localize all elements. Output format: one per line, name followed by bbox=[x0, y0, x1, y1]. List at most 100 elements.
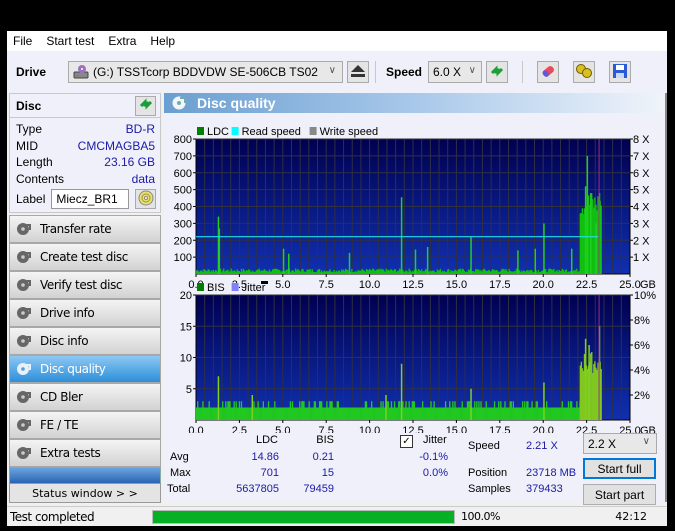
disc-mid-value: CMCMAGBA5 bbox=[77, 138, 155, 153]
disc-label-key: Label bbox=[16, 192, 46, 206]
y-tick-label: 20 bbox=[180, 290, 192, 302]
test-speed-value: 2.2 X bbox=[588, 436, 617, 451]
erase-button[interactable] bbox=[537, 61, 559, 83]
y-tick-label: 10 bbox=[180, 353, 192, 365]
jitter-checkbox[interactable]: ✓ bbox=[400, 435, 413, 448]
test-speed-select[interactable]: 2.2 X ∨ bbox=[583, 433, 657, 454]
legend-swatch bbox=[231, 283, 239, 291]
menu-file[interactable]: File bbox=[13, 34, 32, 48]
menu-start-test[interactable]: Start test bbox=[46, 34, 94, 48]
settings-button[interactable] bbox=[573, 61, 595, 83]
nav-item-verify-test-disc[interactable]: Verify test disc bbox=[9, 271, 161, 299]
refresh-button[interactable] bbox=[486, 61, 508, 83]
start-part-button[interactable]: Start part bbox=[583, 484, 656, 505]
y-tick-label: 300 bbox=[174, 218, 192, 230]
data-spike bbox=[414, 249, 417, 274]
y-tick-label: 500 bbox=[174, 185, 192, 197]
data-spike bbox=[586, 155, 589, 274]
disc-label-button[interactable] bbox=[135, 189, 156, 209]
data-spike bbox=[470, 388, 472, 420]
check-icon: ✓ bbox=[402, 436, 411, 447]
disc-type-value: BD-R bbox=[125, 122, 155, 137]
avg-ldc: 14.86 bbox=[251, 451, 279, 463]
disc-test-icon bbox=[16, 277, 32, 293]
drive-select[interactable]: (G:) TSSTcorp BDDVDW SE-506CB TS02 ∨ bbox=[68, 61, 343, 83]
data-spike bbox=[543, 223, 545, 274]
disc-panel-header: Disc bbox=[10, 94, 160, 118]
nav-item-label: FE / TE bbox=[40, 418, 79, 432]
data-bar bbox=[600, 369, 602, 420]
test-nav: Transfer rate Create test disc Verify test… bbox=[9, 215, 161, 485]
y-right-tick-label: 6 X bbox=[633, 168, 650, 180]
data-spike bbox=[588, 345, 590, 420]
avg-bis: 0.21 bbox=[312, 451, 334, 463]
speed-label: Speed bbox=[386, 65, 423, 79]
eject-button[interactable] bbox=[347, 61, 369, 83]
nav-item-cd-bler[interactable]: CD Bler bbox=[9, 383, 161, 411]
max-label: Max bbox=[170, 467, 191, 479]
disc-type-row: Type BD-R bbox=[10, 121, 160, 138]
nav-item-label: Disc info bbox=[40, 334, 89, 348]
nav-item-disc-quality[interactable]: Disc quality bbox=[9, 355, 161, 383]
y-right-tick-label: 3 X bbox=[633, 218, 650, 230]
x-tick-label: 17.5 bbox=[489, 279, 510, 291]
nav-item-fe-te[interactable]: FE / TE bbox=[9, 411, 161, 439]
disc-icon bbox=[138, 190, 154, 209]
data-spike bbox=[400, 197, 403, 274]
y-right-tick-label: 4% bbox=[634, 365, 650, 377]
disc-test-icon bbox=[16, 389, 32, 405]
data-spike bbox=[385, 395, 387, 420]
y-tick-label: 600 bbox=[174, 168, 192, 180]
nav-item-transfer-rate[interactable]: Transfer rate bbox=[9, 215, 161, 243]
data-bar bbox=[600, 205, 602, 274]
nav-item-extra-tests[interactable]: Extra tests bbox=[9, 439, 161, 467]
nav-item-label: Extra tests bbox=[40, 446, 101, 460]
progress-bar bbox=[152, 509, 455, 524]
disc-test-icon bbox=[16, 417, 32, 433]
disc-label-input[interactable]: Miecz_BR1 bbox=[51, 189, 130, 209]
data-spike bbox=[584, 338, 587, 420]
panel-title: Disc quality bbox=[197, 95, 276, 111]
total-ldc: 5637805 bbox=[236, 483, 279, 495]
data-spike bbox=[282, 248, 285, 274]
max-jitter: 0.0% bbox=[422, 467, 448, 479]
y-tick-label: 5 bbox=[186, 384, 192, 396]
nav-item-drive-info[interactable]: Drive info bbox=[9, 299, 161, 327]
stats-area: LDC BIS ✓ Jitter Avg 14.86 0.21 -0.1% Ma… bbox=[164, 430, 667, 505]
position-label: Position bbox=[468, 467, 508, 479]
nav-item-label: Disc quality bbox=[40, 362, 106, 376]
data-spike bbox=[400, 363, 403, 420]
nav-item-disc-info[interactable]: Disc info bbox=[9, 327, 161, 355]
stats-col-bis: BIS bbox=[316, 434, 334, 446]
start-full-button[interactable]: Start full bbox=[583, 458, 656, 479]
nav-item-label: Verify test disc bbox=[40, 278, 123, 292]
drive-select-value: (G:) TSSTcorp BDDVDW SE-506CB TS02 bbox=[93, 65, 318, 79]
chevron-down-icon: ∨ bbox=[468, 65, 476, 76]
samples-value: 379433 bbox=[526, 483, 563, 495]
data-spike bbox=[534, 248, 537, 274]
disc-test-icon bbox=[16, 361, 32, 377]
disc-contents-row: Contents data bbox=[10, 171, 160, 188]
save-button[interactable] bbox=[609, 61, 631, 83]
status-window-button[interactable]: Status window > > bbox=[9, 483, 161, 503]
toolbar-separator bbox=[375, 61, 376, 83]
stats-col-ldc: LDC bbox=[255, 434, 278, 446]
y-right-tick-label: 8% bbox=[634, 315, 650, 327]
menu-help[interactable]: Help bbox=[150, 34, 175, 48]
disc-contents-key: Contents bbox=[16, 171, 65, 186]
speed-select[interactable]: 6.0 X ∨ bbox=[428, 61, 482, 83]
disc-length-row: Length 23.16 GB bbox=[10, 154, 160, 171]
menu-extra[interactable]: Extra bbox=[108, 34, 136, 48]
nav-item-create-test-disc[interactable]: Create test disc bbox=[9, 243, 161, 271]
disc-test-icon bbox=[16, 249, 32, 265]
y-tick-label: 700 bbox=[174, 151, 192, 163]
nav-item-label: Transfer rate bbox=[40, 222, 112, 236]
x-tick-label: 20.0 bbox=[532, 279, 553, 291]
data-spike bbox=[517, 250, 519, 274]
disc-length-value: 23.16 GB bbox=[104, 155, 155, 170]
drive-icon bbox=[73, 64, 89, 80]
disc-test-icon bbox=[16, 333, 32, 349]
disc-test-icon bbox=[16, 445, 32, 461]
disc-refresh-button[interactable] bbox=[135, 95, 156, 116]
disc-length-key: Length bbox=[16, 155, 53, 170]
